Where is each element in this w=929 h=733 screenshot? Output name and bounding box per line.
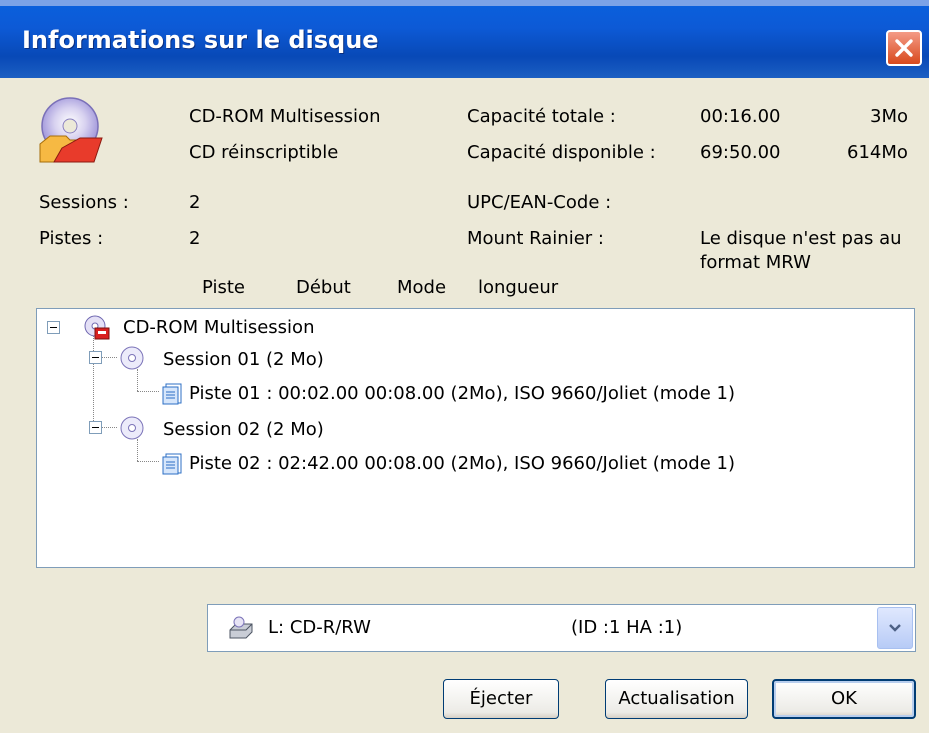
track-01-row[interactable]: Piste 01 : 00:02.00 00:08.00 (2Mo), ISO … [189,383,735,404]
total-capacity-label: Capacité totale : [467,106,616,127]
drive-select[interactable]: L: CD-R/RW (ID :1 HA :1) [207,604,916,652]
drive-icon [229,616,253,639]
track-file-icon [162,453,182,475]
tracks-value: 2 [189,228,201,249]
session-cd-icon [120,346,144,370]
drive-id: (ID :1 HA :1) [571,617,683,638]
column-header-length[interactable]: longueur [478,277,558,298]
upc-label: UPC/EAN-Code : [467,192,612,213]
tree-root-label[interactable]: CD-ROM Multisession [123,317,314,338]
total-capacity-time: 00:16.00 [700,106,781,127]
session-01-label[interactable]: Session 01 (2 Mo) [163,349,324,370]
mount-rainier-label: Mount Rainier : [467,228,604,249]
session-cd-icon [120,416,144,440]
available-capacity-time: 69:50.00 [700,142,781,163]
tracks-label: Pistes : [39,228,104,249]
total-capacity-size: 3Mo [870,106,908,127]
column-header-start[interactable]: Début [296,277,351,298]
mount-rainier-value-line2: format MRW [700,252,811,273]
disc-media: CD réinscriptible [189,142,339,163]
title-bar[interactable]: Informations sur le disque [0,0,929,78]
refresh-button[interactable]: Actualisation [605,679,748,719]
collapse-root-toggle[interactable] [47,321,60,334]
drive-name: L: CD-R/RW [268,617,371,638]
disc-info-icon [39,97,103,163]
sessions-value: 2 [189,192,201,213]
mount-rainier-value-line1: Le disque n'est pas au [700,228,902,249]
column-header-track[interactable]: Piste [202,277,245,298]
close-button[interactable] [886,30,922,66]
eject-button[interactable]: Éjecter [443,679,559,719]
session-02-label[interactable]: Session 02 (2 Mo) [163,419,324,440]
column-header-mode[interactable]: Mode [397,277,446,298]
dropdown-button[interactable] [877,607,913,649]
disc-info-dialog: Informations sur le disque CD-ROM Multis… [0,0,929,733]
close-icon [895,39,913,57]
collapse-session-02-toggle[interactable] [89,421,102,434]
disc-tree-view[interactable]: CD-ROM Multisession Session 01 (2 Mo) Pi… [36,308,915,568]
ok-button[interactable]: OK [772,679,916,719]
available-capacity-size: 614Mo [847,142,908,163]
track-file-icon [162,383,182,405]
available-capacity-label: Capacité disponible : [467,142,656,163]
disc-type: CD-ROM Multisession [189,106,381,127]
collapse-session-01-toggle[interactable] [89,351,102,364]
track-02-row[interactable]: Piste 02 : 02:42.00 00:08.00 (2Mo), ISO … [189,453,735,474]
dropdown-arrow-icon [889,624,901,632]
sessions-label: Sessions : [39,192,129,213]
multisession-cd-icon [84,315,110,340]
window-title: Informations sur le disque [22,26,379,54]
